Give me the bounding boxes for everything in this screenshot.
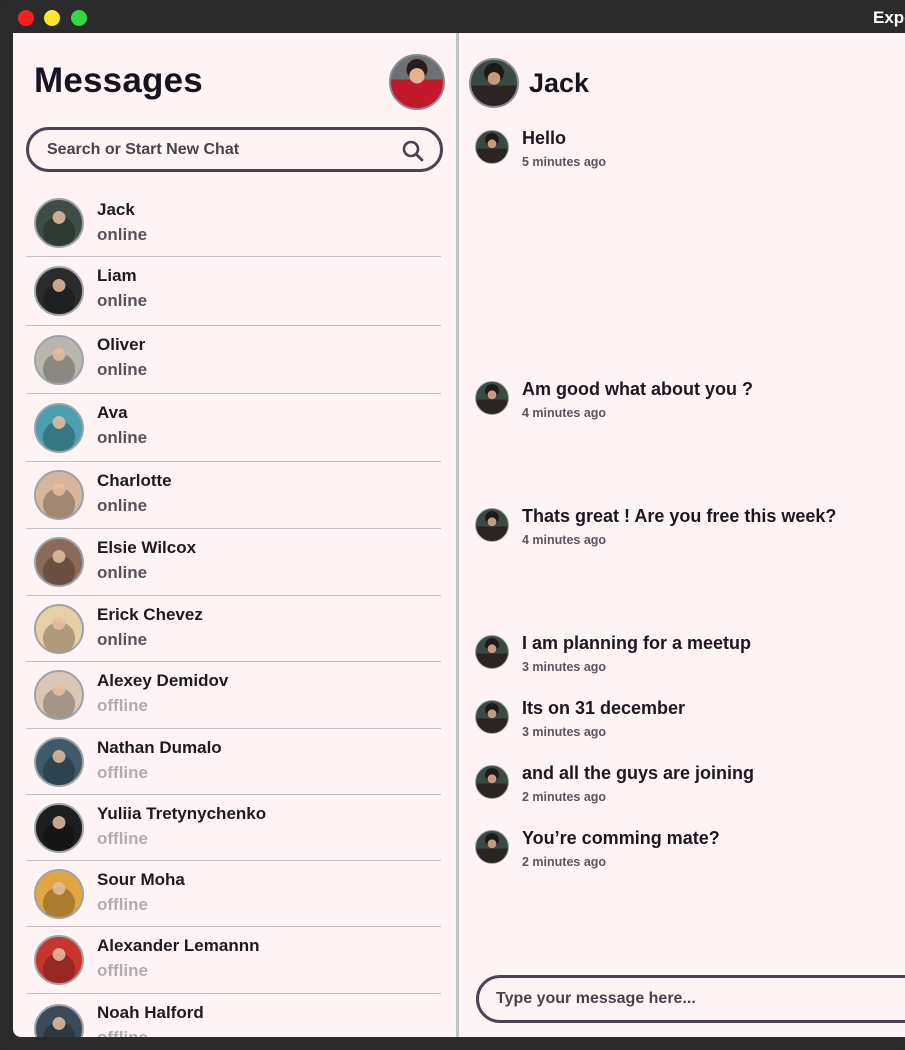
message-avatar xyxy=(475,130,509,164)
app-window: Expo Messages Search or Start New Chat J… xyxy=(0,0,905,1050)
contact-status: online xyxy=(97,563,148,582)
contact-avatar xyxy=(34,736,84,787)
app-content: Messages Search or Start New Chat Jack on… xyxy=(13,33,905,1037)
message-timestamp: 3 minutes ago xyxy=(522,660,607,674)
contact-avatar xyxy=(34,334,84,385)
contact-avatar xyxy=(34,198,84,248)
contact-name: Yuliia Tretynychenko xyxy=(97,804,267,823)
contact-status: offline xyxy=(97,961,148,980)
contact-avatar xyxy=(34,935,84,985)
sidebar: Messages Search or Start New Chat Jack on… xyxy=(13,33,456,1037)
contact-avatar xyxy=(34,603,84,654)
contact-item[interactable]: Sour Moha offline xyxy=(26,861,441,927)
contact-name: Noah Halford xyxy=(97,1003,204,1022)
contact-avatar xyxy=(34,470,84,520)
contact-name: Sour Moha xyxy=(97,870,185,889)
zoom-window-button[interactable] xyxy=(71,10,87,26)
contact-item[interactable]: Erick Chevez online xyxy=(26,596,441,662)
message-text: Its on 31 december xyxy=(522,698,686,718)
message-text: I am planning for a meetup xyxy=(522,633,752,653)
contact-avatar xyxy=(34,802,84,853)
message-input-placeholder: Type your message here... xyxy=(496,990,696,1007)
chat-pane: Jack Hello 5 minutes ago Am good what abou… xyxy=(459,33,905,1037)
message-timestamp: 5 minutes ago xyxy=(522,155,607,169)
contact-list: Jack online Liam online Oliver online Ava onlin… xyxy=(26,190,441,1037)
contact-item[interactable]: Alexey Demidov offline xyxy=(26,662,441,729)
profile-avatar[interactable] xyxy=(389,54,445,110)
contact-avatar xyxy=(34,1004,84,1037)
message-input[interactable]: Type your message here... xyxy=(476,975,905,1023)
contact-status: online xyxy=(97,360,148,379)
search-icon[interactable] xyxy=(401,139,425,163)
contact-name: Elsie Wilcox xyxy=(97,538,197,557)
message-avatar xyxy=(475,765,509,799)
message-text: You’re comming mate? xyxy=(522,828,720,848)
contact-status: offline xyxy=(97,895,148,914)
contact-status: online xyxy=(97,496,148,515)
contact-status: online xyxy=(97,630,148,649)
contact-item[interactable]: Elsie Wilcox online xyxy=(26,529,441,596)
message-timestamp: 2 minutes ago xyxy=(522,855,607,869)
contact-name: Jack xyxy=(97,200,135,219)
contact-status: online xyxy=(97,225,148,244)
contact-name: Charlotte xyxy=(97,471,172,490)
message-text: Thats great ! Are you free this week? xyxy=(522,506,837,526)
contact-name: Erick Chevez xyxy=(97,605,203,624)
contact-status: offline xyxy=(97,696,148,715)
message-avatar xyxy=(475,508,509,542)
contact-name: Ava xyxy=(97,403,128,422)
contact-name: Alexander Lemannn xyxy=(97,936,260,955)
message-avatar xyxy=(475,830,509,864)
contact-avatar xyxy=(34,402,84,453)
contact-avatar xyxy=(34,868,84,919)
message-text: Am good what about you ? xyxy=(522,379,753,399)
contact-item[interactable]: Alexander Lemannn offline xyxy=(26,927,441,994)
close-window-button[interactable] xyxy=(18,10,34,26)
contact-item[interactable]: Liam online xyxy=(26,257,441,326)
message-timestamp: 2 minutes ago xyxy=(522,790,607,804)
contact-status: offline xyxy=(97,1028,148,1037)
chat-contact-name: Jack xyxy=(529,68,590,98)
contact-status: offline xyxy=(97,763,148,782)
contact-avatar xyxy=(34,266,84,316)
contact-item[interactable]: Oliver online xyxy=(26,326,441,394)
contact-name: Alexey Demidov xyxy=(97,671,229,690)
title-bar: Expo xyxy=(0,0,905,34)
contact-item[interactable]: Ava online xyxy=(26,394,441,462)
message-timestamp: 3 minutes ago xyxy=(522,725,607,739)
chat-contact-avatar[interactable] xyxy=(469,58,519,108)
minimize-window-button[interactable] xyxy=(44,10,60,26)
contact-item[interactable]: Noah Halford offline xyxy=(26,994,441,1037)
message-text: Hello xyxy=(522,128,567,148)
contact-item[interactable]: Nathan Dumalo offline xyxy=(26,729,441,795)
search-placeholder: Search or Start New Chat xyxy=(47,141,240,158)
message-avatar xyxy=(475,700,509,734)
contact-name: Nathan Dumalo xyxy=(97,738,222,757)
contact-status: online xyxy=(97,291,148,310)
contact-name: Oliver xyxy=(97,335,146,354)
window-title: Expo xyxy=(873,8,905,27)
contact-name: Liam xyxy=(97,266,137,285)
message-avatar xyxy=(475,381,509,415)
message-timestamp: 4 minutes ago xyxy=(522,533,607,547)
contact-status: offline xyxy=(97,829,148,848)
contact-status: online xyxy=(97,428,148,447)
contact-avatar xyxy=(34,670,84,720)
contact-item[interactable]: Yuliia Tretynychenko offline xyxy=(26,795,441,861)
message-timestamp: 4 minutes ago xyxy=(522,406,607,420)
search-input[interactable]: Search or Start New Chat xyxy=(26,127,443,172)
page-title: Messages xyxy=(34,61,203,100)
contact-item[interactable]: Charlotte online xyxy=(26,462,441,529)
message-avatar xyxy=(475,635,509,669)
contact-item[interactable]: Jack online xyxy=(26,190,441,257)
contact-avatar xyxy=(34,537,84,587)
message-text: and all the guys are joining xyxy=(522,763,755,783)
